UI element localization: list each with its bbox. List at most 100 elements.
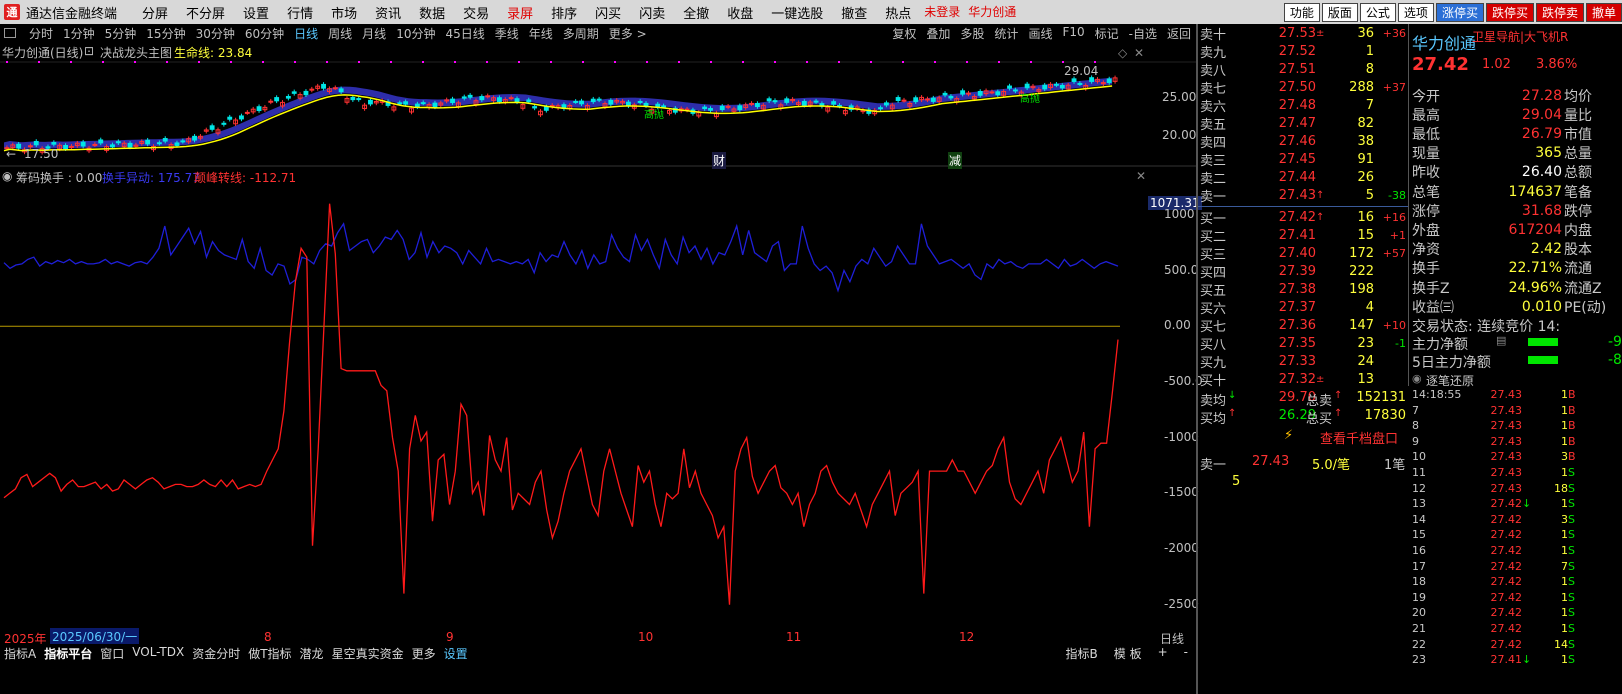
menu-item-7[interactable]: 交易 — [454, 3, 498, 22]
period-tab-9[interactable]: 10分钟 — [391, 25, 440, 42]
ask-9-row[interactable]: 卖九 27.52 1 — [1198, 42, 1408, 61]
chart-tool-4[interactable]: 画线 — [1023, 25, 1057, 42]
tick-row[interactable]: 18 27.42 1 S — [1410, 575, 1622, 591]
record-button[interactable]: 录屏 — [498, 3, 542, 22]
menu-action-5[interactable]: 一键选股 — [762, 3, 832, 22]
ask-7-row[interactable]: 卖七 27.50 288 +37 — [1198, 78, 1408, 97]
diamond-icon[interactable]: ◇ — [1118, 46, 1127, 60]
menu-action-3[interactable]: 全撤 — [674, 3, 718, 22]
period-tab-3[interactable]: 15分钟 — [141, 25, 190, 42]
indicator-tab-0[interactable]: 指标A — [0, 645, 40, 662]
layout-toggle-icon[interactable] — [4, 28, 16, 38]
chart-tool-8[interactable]: 返回 — [1162, 25, 1196, 42]
menu-item-1[interactable]: 不分屏 — [177, 3, 234, 22]
main-chart-settings-icon[interactable]: ⊡ — [84, 44, 94, 58]
chart-tool-5[interactable]: F10 — [1057, 25, 1089, 42]
chart-canvas[interactable] — [0, 42, 1196, 642]
toolbar-button-2[interactable]: 公式 — [1359, 2, 1396, 22]
indicator-tab-8[interactable]: 更多 — [408, 645, 440, 662]
bid-6-row[interactable]: 买六 27.37 4 — [1198, 298, 1408, 317]
close-chart-icon[interactable]: ✕ — [1134, 46, 1144, 60]
bid-9-row[interactable]: 买九 27.33 24 — [1198, 352, 1408, 371]
period-tab-10[interactable]: 45日线 — [440, 25, 489, 42]
cancel-order-button[interactable]: 撤单 — [1585, 2, 1622, 22]
limit-trade-button-1[interactable]: 跌停卖 — [1535, 2, 1584, 22]
tick-row[interactable]: 22 27.42 14 S — [1410, 638, 1622, 654]
menu-item-0[interactable]: 分屏 — [133, 3, 177, 22]
menu-item-2[interactable]: 设置 — [234, 3, 278, 22]
finance-marker[interactable]: 财 — [712, 152, 727, 169]
period-tab-4[interactable]: 30分钟 — [191, 25, 240, 42]
bid-8-row[interactable]: 买八 27.35 23 -1 — [1198, 334, 1408, 353]
ask-4-row[interactable]: 卖四 27.46 38 — [1198, 132, 1408, 151]
tick-row[interactable]: 19 27.42 1 S — [1410, 591, 1622, 607]
toolbar-button-3[interactable]: 选项 — [1397, 2, 1434, 22]
indicator-tab-9[interactable]: 设置 — [440, 645, 472, 662]
menu-item-5[interactable]: 资讯 — [366, 3, 410, 22]
chart-tool-0[interactable]: 复权 — [887, 25, 921, 42]
ask-8-row[interactable]: 卖八 27.51 8 — [1198, 60, 1408, 79]
tick-row[interactable]: 13 27.42 ↓ 1 S — [1410, 497, 1622, 513]
indicator-tab-7[interactable]: 星空真实资金 — [328, 645, 408, 662]
period-tab-2[interactable]: 5分钟 — [100, 25, 142, 42]
menu-item-4[interactable]: 市场 — [322, 3, 366, 22]
sub-close-icon[interactable]: ✕ — [1136, 169, 1146, 183]
ask-5-row[interactable]: 卖五 27.47 82 — [1198, 114, 1408, 133]
period-tab-1[interactable]: 1分钟 — [58, 25, 100, 42]
tick-row[interactable]: 21 27.42 1 S — [1410, 622, 1622, 638]
indicator-tab-2[interactable]: 窗口 — [96, 645, 128, 662]
indicator-tab-4[interactable]: 资金分时 — [188, 645, 244, 662]
login-status[interactable]: 未登录 — [920, 3, 964, 22]
indicator-right-1[interactable]: 模 板 — [1110, 645, 1146, 662]
tick-row[interactable]: 8 27.43 1 B — [1410, 419, 1622, 435]
bid-10-row[interactable]: 买十 27.32 ±13 — [1198, 370, 1408, 389]
chart-tool-7[interactable]: -自选 — [1124, 25, 1162, 42]
indicator-tab-6[interactable]: 潜龙 — [296, 645, 328, 662]
toolbar-button-1[interactable]: 版面 — [1321, 2, 1358, 22]
bid-1-row[interactable]: 买一 27.42 ↑ 16 +16 — [1198, 208, 1408, 227]
menu-action-7[interactable]: 热点 — [876, 3, 920, 22]
tick-row[interactable]: 11 27.43 1 S — [1410, 466, 1622, 482]
bid-3-row[interactable]: 买三 27.40 172 +57 — [1198, 244, 1408, 263]
indicator-right-0[interactable]: 指标B — [1062, 645, 1102, 662]
tick-row[interactable]: 15 27.42 1 S — [1410, 528, 1622, 544]
period-tab-14[interactable]: 更多 > — [604, 25, 652, 42]
tick-row[interactable]: 23 27.41 ↓ 1 S — [1410, 653, 1622, 669]
ask-2-row[interactable]: 卖二 27.44 26 — [1198, 168, 1408, 187]
ask-3-row[interactable]: 卖三 27.45 91 — [1198, 150, 1408, 169]
depth-link[interactable]: 查看千档盘口 — [1320, 428, 1398, 447]
indicator-tab-3[interactable]: VOL-TDX — [128, 645, 188, 662]
bid-5-row[interactable]: 买五 27.38 198 — [1198, 280, 1408, 299]
menu-action-4[interactable]: 收盘 — [718, 3, 762, 22]
indicator-tab-5[interactable]: 做T指标 — [244, 645, 295, 662]
menu-action-0[interactable]: 排序 — [542, 3, 586, 22]
menu-action-6[interactable]: 撤查 — [832, 3, 876, 22]
tick-row[interactable]: 16 27.42 1 S — [1410, 544, 1622, 560]
period-tab-13[interactable]: 多周期 — [558, 25, 604, 42]
tick-row[interactable]: 17 27.42 7 S — [1410, 560, 1622, 576]
sub-chart-settings-icon[interactable]: ◉ — [2, 169, 12, 183]
reduce-marker[interactable]: 减 — [948, 152, 963, 169]
tick-row[interactable]: 12 27.43 18 S — [1410, 482, 1622, 498]
tick-row[interactable]: 9 27.43 1 B — [1410, 435, 1622, 451]
chart-tool-2[interactable]: 多股 — [955, 25, 989, 42]
menu-action-1[interactable]: 闪买 — [586, 3, 630, 22]
tick-list[interactable]: 14:18:55 27.43 1 B 7 27.43 1 B 8 27.43 1 B 9 27.43 1 B 1… — [1410, 386, 1622, 694]
bid-2-row[interactable]: 买二 27.41 15 +1 — [1198, 226, 1408, 245]
tick-row[interactable]: 10 27.43 3 B — [1410, 450, 1622, 466]
stock-name-link[interactable]: 华力创通 — [964, 3, 1020, 22]
tick-row[interactable]: 14:18:55 27.43 1 B — [1410, 388, 1622, 404]
ask-6-row[interactable]: 卖六 27.48 7 — [1198, 96, 1408, 115]
period-tab-0[interactable]: 分时 — [24, 25, 58, 42]
chart-tool-6[interactable]: 标记 — [1090, 25, 1124, 42]
indicator-tab-1[interactable]: 指标平台 — [40, 645, 96, 662]
bid-7-row[interactable]: 买七 27.36 147 +10 — [1198, 316, 1408, 335]
tick-row[interactable]: 14 27.42 3 S — [1410, 513, 1622, 529]
tick-row[interactable]: 7 27.43 1 B — [1410, 404, 1622, 420]
period-tab-7[interactable]: 周线 — [323, 25, 357, 42]
chart-tool-1[interactable]: 叠加 — [921, 25, 955, 42]
period-tab-12[interactable]: 年线 — [524, 25, 558, 42]
period-tab-6[interactable]: 日线 — [289, 25, 323, 42]
ask-1-row[interactable]: 卖一 27.43 ↑ 5 -38 — [1198, 186, 1408, 205]
limit-trade-button-0[interactable]: 跌停买 — [1485, 2, 1534, 22]
